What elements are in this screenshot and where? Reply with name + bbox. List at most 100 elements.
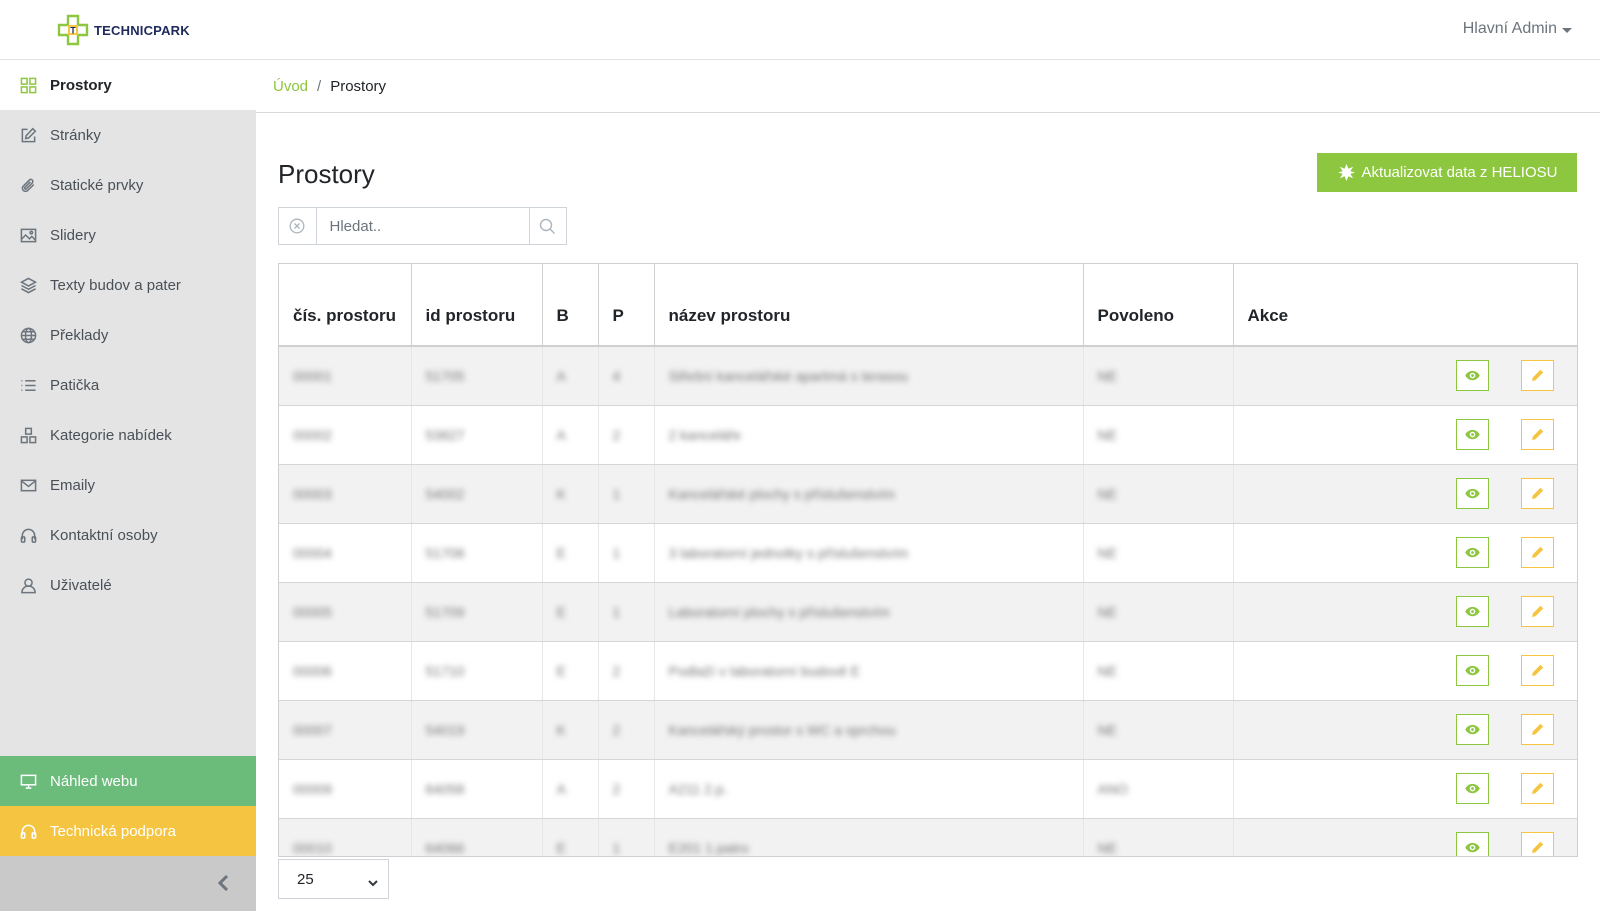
cell-text: 2: [612, 662, 621, 679]
sidebar-item-staticke-prvky[interactable]: Statické prvky: [0, 160, 256, 210]
table-row: 00009 64058 A 2 A211 2.p. ANO: [279, 759, 1577, 819]
table-body: 00001 51705 A 4 Střešní kancelářské apartmá …: [279, 346, 1577, 856]
edit-button[interactable]: [1520, 831, 1554, 856]
page-title: Prostory: [278, 159, 375, 189]
spaces-table-wrapper: čís. prostoru id prostoru B P název pros…: [278, 263, 1578, 857]
view-button[interactable]: [1455, 831, 1489, 856]
sidebar-item-paticka[interactable]: Patička: [0, 360, 256, 410]
eye-icon: [1464, 370, 1480, 381]
sidebar-item-slidery[interactable]: Slidery: [0, 210, 256, 260]
view-button[interactable]: [1455, 654, 1489, 686]
table-row: 00001 51705 A 4 Střešní kancelářské apartmá …: [279, 346, 1577, 406]
sidebar-item-label: Technická podpora: [50, 822, 176, 840]
sidebar-item-kategorie-nabidek[interactable]: Kategorie nabídek: [0, 410, 256, 460]
cell-id: 64066: [411, 818, 543, 856]
pencil-icon: [1531, 487, 1544, 500]
cell-text: 1: [612, 544, 621, 561]
pencil-icon: [1531, 546, 1544, 559]
cell-akce: [1233, 464, 1577, 524]
cell-text: 54019: [425, 721, 465, 738]
cell-nazev: Laboratorní plochy s příslušenstvím: [654, 582, 1084, 642]
sidebar-item-texty-budov[interactable]: Texty budov a pater: [0, 260, 256, 310]
col-header-p[interactable]: P: [598, 264, 655, 347]
eye-icon: [1464, 842, 1480, 853]
cell-text: A: [556, 367, 566, 384]
user-name: Hlavní Admin: [1462, 20, 1557, 37]
sidebar-item-kontaktni-osoby[interactable]: Kontaktní osoby: [0, 510, 256, 560]
sidebar-item-preklady[interactable]: Překlady: [0, 310, 256, 360]
cell-text: 2 kanceláře: [668, 426, 741, 443]
view-button[interactable]: [1455, 477, 1489, 509]
sidebar-item-uzivatele[interactable]: Uživatelé: [0, 560, 256, 610]
cell-akce: [1233, 818, 1577, 856]
sidebar-item-stranky[interactable]: Stránky: [0, 110, 256, 160]
sidebar-item-prostory[interactable]: Prostory: [0, 60, 256, 110]
cell-text: 51708: [425, 544, 465, 561]
cell-b: E: [542, 818, 599, 856]
edit-button[interactable]: [1520, 595, 1554, 627]
col-header-nazev[interactable]: název prostoru: [654, 264, 1084, 347]
edit-button[interactable]: [1520, 418, 1554, 450]
eye-icon: [1464, 783, 1480, 794]
cell-text: K: [556, 485, 566, 502]
sync-icon: [1337, 163, 1355, 182]
edit-button[interactable]: [1520, 654, 1554, 686]
pencil-icon: [1531, 723, 1544, 736]
cell-cislo: 00005: [279, 582, 412, 642]
sidebar-item-technicka-podpora[interactable]: Technická podpora: [0, 806, 256, 856]
cell-p: 2: [598, 700, 655, 760]
edit-button[interactable]: [1520, 477, 1554, 509]
cell-text: 54002: [425, 485, 465, 502]
search-button[interactable]: [528, 208, 567, 244]
edit-button[interactable]: [1520, 360, 1554, 391]
page-size-value: 25: [297, 870, 314, 888]
view-button[interactable]: [1455, 595, 1489, 627]
view-button[interactable]: [1455, 536, 1489, 568]
cell-text: Střešní kancelářské apartmá s terasou: [668, 367, 909, 384]
view-button[interactable]: [1455, 713, 1489, 745]
cell-akce: [1233, 346, 1577, 406]
edit-button[interactable]: [1520, 772, 1554, 804]
technicpark-logo-icon: T: [57, 14, 89, 46]
cell-text: 00007: [293, 721, 332, 738]
sidebar-item-label: Kategorie nabídek: [50, 426, 172, 444]
view-button[interactable]: [1455, 772, 1489, 804]
cell-akce: [1233, 700, 1577, 760]
clear-search-button[interactable]: [279, 208, 317, 244]
view-button[interactable]: [1455, 418, 1489, 450]
cell-text: 2: [612, 780, 621, 797]
cell-id: 51710: [411, 641, 543, 701]
edit-button[interactable]: [1520, 713, 1554, 745]
grid-icon: [19, 76, 37, 94]
col-header-id[interactable]: id prostoru: [411, 264, 543, 347]
sidebar-item-nahled-webu[interactable]: Náhled webu: [0, 756, 256, 806]
col-header-cislo[interactable]: čís. prostoru: [279, 264, 412, 347]
col-header-b[interactable]: B: [542, 264, 599, 347]
page-size-select[interactable]: 25: [278, 859, 389, 899]
breadcrumb-separator: /: [317, 78, 322, 95]
cell-b: K: [542, 464, 599, 524]
user-icon: [19, 576, 37, 594]
breadcrumb-bar: Úvod / Prostory: [256, 60, 1600, 113]
cell-text: 00002: [293, 426, 332, 443]
cell-text: 64058: [425, 780, 465, 797]
edit-button[interactable]: [1520, 536, 1554, 568]
sidebar-item-label: Uživatelé: [50, 576, 112, 594]
sidebar-item-emaily[interactable]: Emaily: [0, 460, 256, 510]
mail-icon: [19, 476, 37, 494]
update-helios-button[interactable]: Aktualizovat data z HELIOSU: [1317, 153, 1577, 192]
cell-cislo: 00009: [279, 759, 412, 819]
cell-id: 54019: [411, 700, 543, 760]
cell-povoleno: NE: [1083, 582, 1234, 642]
globe-icon: [19, 326, 37, 344]
col-header-povoleno[interactable]: Povoleno: [1083, 264, 1234, 347]
breadcrumb-home-link[interactable]: Úvod: [273, 78, 308, 95]
svg-text:T: T: [70, 26, 76, 36]
view-button[interactable]: [1455, 360, 1489, 391]
search-input[interactable]: [316, 208, 529, 244]
user-menu[interactable]: Hlavní Admin: [1463, 20, 1572, 38]
logo[interactable]: T TECHNICPARK: [56, 13, 190, 47]
cell-text: 53827: [425, 426, 465, 443]
collapse-sidebar-button[interactable]: [214, 872, 234, 894]
caret-down-icon: [1562, 27, 1572, 33]
